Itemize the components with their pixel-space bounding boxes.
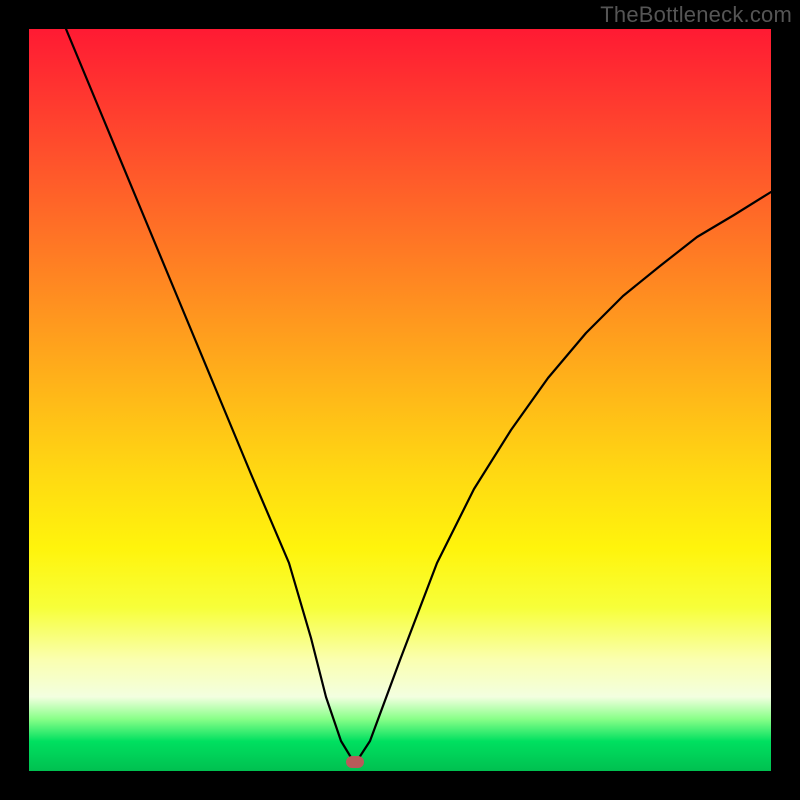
curve-path	[66, 29, 771, 764]
watermark-text: TheBottleneck.com	[600, 2, 792, 28]
chart-frame: TheBottleneck.com	[0, 0, 800, 800]
optimum-marker	[346, 756, 364, 768]
bottleneck-curve	[29, 29, 771, 771]
plot-area	[29, 29, 771, 771]
